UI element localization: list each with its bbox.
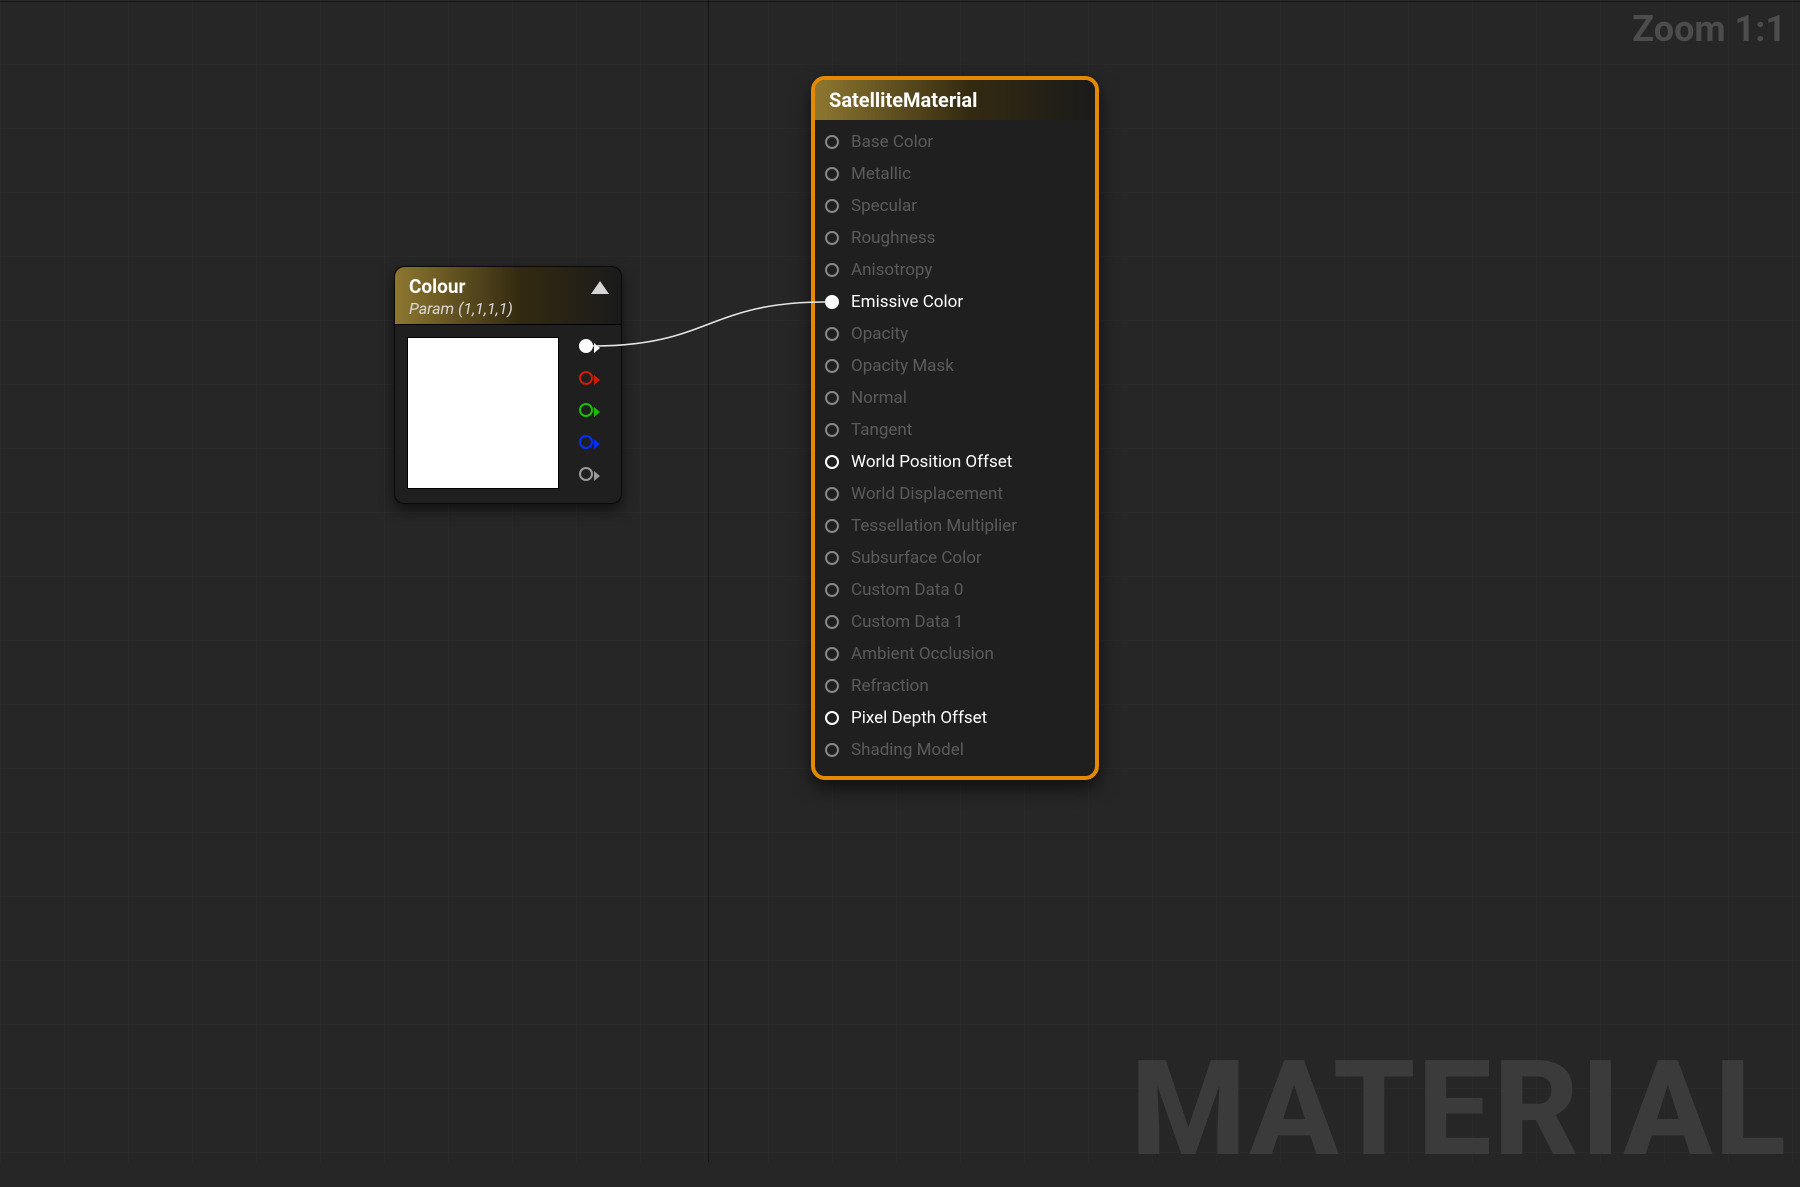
material-input-label: Metallic [851, 164, 911, 184]
input-pin[interactable] [825, 199, 839, 213]
grid-axis-horizontal [0, 1, 1800, 2]
material-input-row[interactable]: Ambient Occlusion [815, 638, 1095, 670]
input-pin[interactable] [825, 615, 839, 629]
input-pin[interactable] [825, 391, 839, 405]
material-input-row[interactable]: Normal [815, 382, 1095, 414]
material-input-row[interactable]: Tessellation Multiplier [815, 510, 1095, 542]
input-pin[interactable] [825, 583, 839, 597]
material-input-label: Roughness [851, 228, 935, 248]
material-input-label: Emissive Color [851, 292, 963, 312]
material-input-label: Custom Data 1 [851, 612, 963, 632]
input-pin[interactable] [825, 295, 839, 309]
material-input-label: Tessellation Multiplier [851, 516, 1017, 536]
param-node-header[interactable]: Colour Param (1,1,1,1) [395, 267, 621, 325]
input-pin[interactable] [825, 359, 839, 373]
grid-axis-vertical [708, 0, 709, 1162]
editor-watermark: MATERIAL [1131, 1044, 1788, 1176]
material-input-label: Base Color [851, 132, 933, 152]
input-pin[interactable] [825, 423, 839, 437]
output-pin-a[interactable] [579, 467, 593, 481]
param-node-title: Colour [409, 275, 607, 298]
input-pin[interactable] [825, 551, 839, 565]
output-pin-g[interactable] [579, 403, 593, 417]
output-pin-column [579, 337, 593, 489]
material-input-label: Custom Data 0 [851, 580, 963, 600]
material-input-row[interactable]: Anisotropy [815, 254, 1095, 286]
material-input-label: Subsurface Color [851, 548, 982, 568]
material-output-node[interactable]: SatelliteMaterial Base Color Metallic Spec… [811, 76, 1099, 780]
material-input-label: Ambient Occlusion [851, 644, 994, 664]
input-pin[interactable] [825, 647, 839, 661]
input-pin[interactable] [825, 455, 839, 469]
material-input-row[interactable]: Subsurface Color [815, 542, 1095, 574]
input-pin[interactable] [825, 711, 839, 725]
param-node-subtitle: Param (1,1,1,1) [409, 299, 607, 318]
material-input-row[interactable]: Refraction [815, 670, 1095, 702]
material-input-label: Anisotropy [851, 260, 932, 280]
collapse-icon[interactable] [591, 281, 609, 294]
material-input-row[interactable]: Shading Model [815, 734, 1095, 766]
material-input-row[interactable]: Tangent [815, 414, 1095, 446]
material-input-label: World Displacement [851, 484, 1003, 504]
input-pin[interactable] [825, 743, 839, 757]
zoom-label: Zoom 1:1 [1632, 8, 1786, 50]
material-input-row[interactable]: Custom Data 1 [815, 606, 1095, 638]
material-input-row[interactable]: Emissive Color [815, 286, 1095, 318]
material-input-row[interactable]: Pixel Depth Offset [815, 702, 1095, 734]
input-pin[interactable] [825, 135, 839, 149]
material-node-title[interactable]: SatelliteMaterial [815, 80, 1095, 120]
input-pin[interactable] [825, 231, 839, 245]
input-pin[interactable] [825, 167, 839, 181]
material-input-label: Opacity [851, 324, 908, 344]
material-input-label: Opacity Mask [851, 356, 954, 376]
material-input-row[interactable]: Base Color [815, 126, 1095, 158]
input-pin[interactable] [825, 487, 839, 501]
material-input-label: Shading Model [851, 740, 964, 760]
input-pin[interactable] [825, 679, 839, 693]
material-input-label: Normal [851, 388, 907, 408]
color-swatch[interactable] [407, 337, 559, 489]
output-pin-b[interactable] [579, 435, 593, 449]
param-node-body [395, 325, 621, 503]
material-input-label: Tangent [851, 420, 912, 440]
material-input-label: World Position Offset [851, 452, 1012, 472]
input-pin[interactable] [825, 263, 839, 277]
material-input-label: Refraction [851, 676, 929, 696]
material-node-body: Base Color Metallic Specular Roughness Aniso… [815, 120, 1095, 776]
material-input-row[interactable]: World Position Offset [815, 446, 1095, 478]
material-input-row[interactable]: Opacity [815, 318, 1095, 350]
material-input-row[interactable]: Metallic [815, 158, 1095, 190]
material-input-row[interactable]: Roughness [815, 222, 1095, 254]
output-pin-rgba[interactable] [579, 339, 593, 353]
material-input-row[interactable]: World Displacement [815, 478, 1095, 510]
input-pin[interactable] [825, 327, 839, 341]
material-input-label: Specular [851, 196, 917, 216]
param-node-colour[interactable]: Colour Param (1,1,1,1) [394, 266, 622, 504]
input-pin[interactable] [825, 519, 839, 533]
material-input-row[interactable]: Specular [815, 190, 1095, 222]
material-input-row[interactable]: Opacity Mask [815, 350, 1095, 382]
material-input-row[interactable]: Custom Data 0 [815, 574, 1095, 606]
material-input-label: Pixel Depth Offset [851, 708, 987, 728]
output-pin-r[interactable] [579, 371, 593, 385]
